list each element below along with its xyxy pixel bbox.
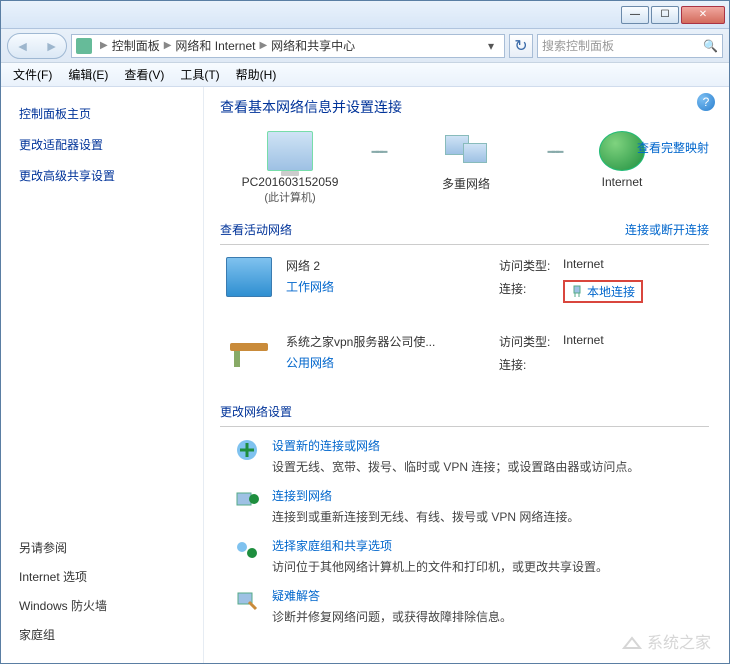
menu-tools[interactable]: 工具(T): [174, 64, 225, 85]
connection-value: [563, 356, 709, 373]
breadcrumb-item[interactable]: 控制面板: [112, 37, 160, 54]
breadcrumb-item[interactable]: 网络和 Internet: [175, 37, 255, 54]
setting-label: 设置新的连接或网络: [272, 437, 639, 454]
watermark: 系统之家: [621, 629, 711, 653]
chevron-right-icon[interactable]: ▶: [100, 40, 108, 51]
network-type-link[interactable]: 公用网络: [286, 356, 334, 370]
connect-disconnect-link[interactable]: 连接或断开连接: [625, 221, 709, 238]
sidebar-link-adapter[interactable]: 更改适配器设置: [19, 136, 195, 153]
homegroup-icon: [234, 537, 260, 563]
new-connection-icon: [234, 437, 260, 463]
main-panel: ? 查看基本网络信息并设置连接 查看完整映射 PC201603152059 (此…: [203, 87, 729, 663]
map-connector-icon: ━━━: [360, 131, 396, 159]
setting-homegroup[interactable]: 选择家庭组和共享选项访问位于其他网络计算机上的文件和打印机，或更改共享设置。: [220, 527, 709, 577]
troubleshoot-icon: [234, 587, 260, 613]
setting-label: 连接到网络: [272, 487, 579, 504]
window-titlebar: — ☐ ✕: [1, 1, 729, 29]
close-button[interactable]: ✕: [681, 6, 725, 24]
watermark-icon: [621, 632, 643, 650]
sidebar-home-link[interactable]: 控制面板主页: [19, 105, 195, 122]
search-input[interactable]: 搜索控制面板 🔍: [537, 34, 723, 58]
setting-label: 选择家庭组和共享选项: [272, 537, 608, 554]
local-connection-link[interactable]: 本地连接: [587, 283, 635, 300]
menu-edit[interactable]: 编辑(E): [62, 64, 114, 85]
refresh-button[interactable]: ↻: [509, 34, 533, 58]
menu-file[interactable]: 文件(F): [7, 64, 58, 85]
search-placeholder: 搜索控制面板: [542, 37, 614, 54]
menu-help[interactable]: 帮助(H): [230, 64, 283, 85]
minimize-button[interactable]: —: [621, 6, 649, 24]
network-name: 网络 2: [286, 257, 499, 274]
network-name: 系统之家vpn服务器公司使...: [286, 333, 499, 350]
sidebar-link-sharing[interactable]: 更改高级共享设置: [19, 167, 195, 184]
back-icon[interactable]: ◄: [16, 38, 30, 54]
watermark-text: 系统之家: [647, 629, 711, 653]
public-network-icon: [226, 333, 272, 373]
menu-view[interactable]: 查看(V): [118, 64, 170, 85]
view-full-map-link[interactable]: 查看完整映射: [637, 139, 709, 156]
menu-bar: 文件(F) 编辑(E) 查看(V) 工具(T) 帮助(H): [1, 63, 729, 87]
chevron-right-icon[interactable]: ▶: [259, 40, 267, 51]
setting-label: 疑难解答: [272, 587, 512, 604]
nav-row: ◄► ▶ 控制面板 ▶ 网络和 Internet ▶ 网络和共享中心 ▾ ↻ 搜…: [1, 29, 729, 63]
see-also-internet-options[interactable]: Internet 选项: [19, 568, 195, 585]
map-multi-network[interactable]: 多重网络: [396, 131, 536, 192]
setting-connect-network[interactable]: 连接到网络连接到或重新连接到无线、有线、拨号或 VPN 网络连接。: [220, 477, 709, 527]
access-type-label: 访问类型:: [499, 333, 563, 350]
active-networks-label: 查看活动网络: [220, 221, 292, 238]
see-also-firewall[interactable]: Windows 防火墙: [19, 597, 195, 614]
active-networks-heading: 查看活动网络 连接或断开连接: [220, 215, 709, 245]
chevron-right-icon[interactable]: ▶: [164, 40, 172, 51]
access-type-label: 访问类型:: [499, 257, 563, 274]
forward-icon[interactable]: ►: [45, 38, 59, 54]
map-pc-name: PC201603152059: [220, 175, 360, 189]
breadcrumb-icon: [76, 38, 92, 54]
breadcrumb-item[interactable]: 网络和共享中心: [271, 37, 355, 54]
network-icon: [226, 257, 272, 297]
sidebar: 控制面板主页 更改适配器设置 更改高级共享设置 另请参阅 Internet 选项…: [1, 87, 203, 663]
network-row: 系统之家vpn服务器公司使... 公用网络 访问类型:Internet 连接:: [220, 321, 709, 391]
network-map: 查看完整映射 PC201603152059 (此计算机) ━━━ 多重网络 ━━…: [220, 131, 709, 205]
local-connection-highlight: 本地连接: [563, 280, 643, 303]
computer-icon: [267, 131, 313, 171]
breadcrumb-dropdown-icon[interactable]: ▾: [482, 39, 500, 53]
network-type-link[interactable]: 工作网络: [286, 280, 334, 294]
setting-desc: 设置无线、宽带、拨号、临时或 VPN 连接；或设置路由器或访问点。: [272, 458, 639, 475]
help-icon[interactable]: ?: [697, 93, 715, 111]
see-also-heading: 另请参阅: [19, 539, 195, 556]
breadcrumb[interactable]: ▶ 控制面板 ▶ 网络和 Internet ▶ 网络和共享中心 ▾: [71, 34, 505, 58]
map-this-pc[interactable]: PC201603152059 (此计算机): [220, 131, 360, 205]
connection-label: 连接:: [499, 280, 563, 303]
setting-new-connection[interactable]: 设置新的连接或网络设置无线、宽带、拨号、临时或 VPN 连接；或设置路由器或访问…: [220, 427, 709, 477]
map-multi-label: 多重网络: [396, 175, 536, 192]
page-heading: 查看基本网络信息并设置连接: [220, 97, 709, 117]
access-type-value: Internet: [563, 257, 709, 274]
access-type-value: Internet: [563, 333, 709, 350]
search-icon: 🔍: [703, 39, 718, 53]
maximize-button[interactable]: ☐: [651, 6, 679, 24]
setting-desc: 连接到或重新连接到无线、有线、拨号或 VPN 网络连接。: [272, 508, 579, 525]
setting-desc: 访问位于其他网络计算机上的文件和打印机，或更改共享设置。: [272, 558, 608, 575]
nav-back-forward[interactable]: ◄►: [7, 33, 67, 59]
multi-network-icon: [443, 131, 489, 171]
setting-troubleshoot[interactable]: 疑难解答诊断并修复网络问题，或获得故障排除信息。: [220, 577, 709, 627]
network-row: 网络 2 工作网络 访问类型:Internet 连接: 本地连接: [220, 245, 709, 321]
connection-label: 连接:: [499, 356, 563, 373]
refresh-icon: ↻: [514, 36, 527, 56]
body: 控制面板主页 更改适配器设置 更改高级共享设置 另请参阅 Internet 选项…: [1, 87, 729, 663]
map-internet-label: Internet: [572, 175, 672, 189]
connect-network-icon: [234, 487, 260, 513]
map-pc-sub: (此计算机): [220, 189, 360, 205]
setting-desc: 诊断并修复网络问题，或获得故障排除信息。: [272, 608, 512, 625]
map-connector-icon: ━━━: [536, 131, 572, 159]
see-also-homegroup[interactable]: 家庭组: [19, 626, 195, 643]
change-settings-heading: 更改网络设置: [220, 397, 709, 427]
ethernet-icon: [571, 285, 583, 299]
